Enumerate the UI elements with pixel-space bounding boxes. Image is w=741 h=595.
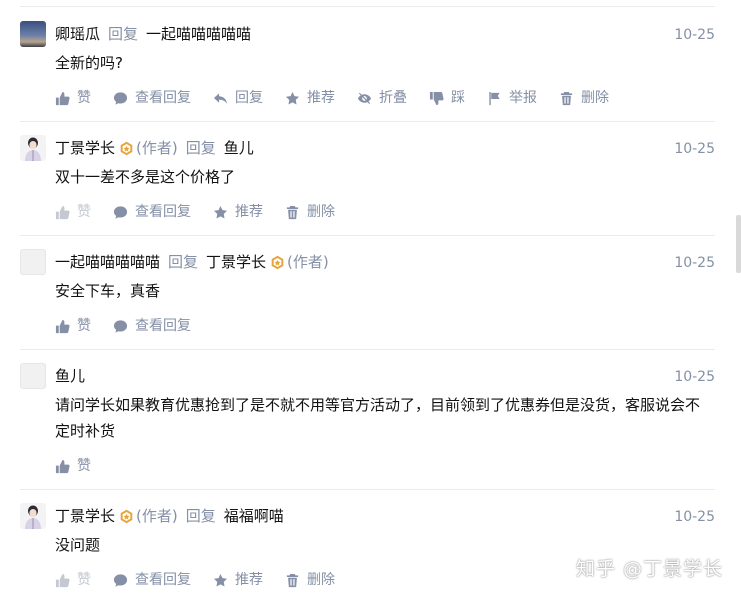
- author-name[interactable]: 丁景学长: [55, 505, 115, 527]
- author-name[interactable]: 鱼儿: [55, 365, 85, 387]
- thumbs-up-icon: [55, 91, 70, 106]
- comment-actions: 赞 查看回复 回复 推荐 折叠 踩 举报 删除: [55, 88, 631, 108]
- comment-item: 一起喵喵喵喵喵 回复 丁景学长 (作者) 10-25 安全下车，真香 赞 查看回…: [20, 249, 715, 349]
- avatar[interactable]: [20, 21, 46, 47]
- person-avatar-image: [25, 505, 41, 529]
- avatar[interactable]: [20, 503, 46, 529]
- chat-bubble-icon: [113, 319, 128, 334]
- reply-to-name[interactable]: 鱼儿: [224, 137, 254, 159]
- reply-label: 回复: [185, 139, 216, 157]
- comment-divider: [20, 489, 715, 490]
- author-tag: (作者): [136, 139, 178, 157]
- recommend-button[interactable]: 推荐: [285, 88, 335, 108]
- like-button[interactable]: 赞: [55, 88, 91, 108]
- view-replies-button[interactable]: 查看回复: [113, 570, 191, 590]
- delete-button[interactable]: 删除: [559, 88, 609, 108]
- avatar[interactable]: [20, 135, 46, 161]
- comment-date: 10-25: [674, 27, 715, 43]
- comment-item: 丁景学长 (作者) 回复 福福啊喵 10-25 没问题 赞 查看回复 推荐 删除: [20, 503, 715, 595]
- author-badge-icon: [119, 141, 134, 156]
- collapse-button[interactable]: 折叠: [357, 88, 407, 108]
- author-name[interactable]: 丁景学长: [55, 137, 115, 159]
- comment-text: 安全下车，真香: [55, 282, 161, 300]
- author-badge-icon: [119, 509, 134, 524]
- comment-divider: [20, 349, 715, 350]
- watermark: 知乎 @丁景学长: [575, 558, 723, 580]
- comment-date: 10-25: [674, 369, 715, 385]
- comment-header: 丁景学长 (作者) 回复 福福啊喵: [55, 505, 284, 527]
- chat-bubble-icon: [113, 205, 128, 220]
- like-button[interactable]: 赞: [55, 570, 91, 590]
- comment-date: 10-25: [674, 509, 715, 525]
- reply-label: 回复: [168, 253, 199, 271]
- reply-to-name[interactable]: 丁景学长: [206, 251, 266, 273]
- report-button[interactable]: 举报: [487, 88, 537, 108]
- comment-divider: [20, 121, 715, 122]
- thumbs-up-icon: [55, 459, 70, 474]
- author-badge-icon: [270, 255, 285, 270]
- chat-bubble-icon: [113, 91, 128, 106]
- view-replies-button[interactable]: 查看回复: [113, 316, 191, 336]
- top-divider: [20, 6, 715, 7]
- comment-header: 鱼儿: [55, 365, 85, 387]
- author-tag: (作者): [287, 253, 329, 271]
- eye-slash-icon: [357, 91, 372, 106]
- comment-actions: 赞 查看回复 推荐 删除: [55, 202, 357, 222]
- comment-date: 10-25: [674, 141, 715, 157]
- recommend-button[interactable]: 推荐: [213, 202, 263, 222]
- person-avatar-image: [25, 137, 41, 161]
- comment-divider: [20, 235, 715, 236]
- trash-icon: [285, 573, 300, 588]
- delete-button[interactable]: 删除: [285, 202, 335, 222]
- comment-item: 卿瑶瓜 回复 一起喵喵喵喵喵 10-25 全新的吗? 赞 查看回复 回复 推荐 …: [20, 21, 715, 121]
- comment-item: 鱼儿 10-25 请问学长如果教育优惠抢到了是不就不用等官方活动了，目前领到了优…: [20, 363, 715, 489]
- delete-button[interactable]: 删除: [285, 570, 335, 590]
- comment-text: 双十一差不多是这个价格了: [55, 168, 236, 186]
- flag-icon: [487, 91, 502, 106]
- comment-item: 丁景学长 (作者) 回复 鱼儿 10-25 双十一差不多是这个价格了 赞 查看回…: [20, 135, 715, 235]
- reply-label: 回复: [108, 25, 139, 43]
- star-icon: [213, 205, 228, 220]
- comment-actions: 赞: [55, 456, 113, 476]
- like-button[interactable]: 赞: [55, 456, 91, 476]
- like-button[interactable]: 赞: [55, 316, 91, 336]
- view-replies-button[interactable]: 查看回复: [113, 202, 191, 222]
- recommend-button[interactable]: 推荐: [213, 570, 263, 590]
- thumbs-up-icon: [55, 205, 70, 220]
- comment-actions: 赞 查看回复: [55, 316, 213, 336]
- thumbs-up-icon: [55, 319, 70, 334]
- reply-to-name[interactable]: 福福啊喵: [224, 505, 284, 527]
- thumbs-up-icon: [55, 573, 70, 588]
- chat-bubble-icon: [113, 573, 128, 588]
- trash-icon: [285, 205, 300, 220]
- reply-arrow-icon: [213, 91, 228, 106]
- comment-actions: 赞 查看回复 推荐 删除: [55, 570, 357, 590]
- thumbs-down-icon: [429, 91, 444, 106]
- avatar[interactable]: [20, 363, 46, 389]
- star-icon: [285, 91, 300, 106]
- comment-header: 卿瑶瓜 回复 一起喵喵喵喵喵: [55, 23, 251, 45]
- view-replies-button[interactable]: 查看回复: [113, 88, 191, 108]
- reply-label: 回复: [185, 507, 216, 525]
- author-name[interactable]: 卿瑶瓜: [55, 23, 100, 45]
- comment-header: 一起喵喵喵喵喵 回复 丁景学长 (作者): [55, 251, 329, 273]
- comment-header: 丁景学长 (作者) 回复 鱼儿: [55, 137, 254, 159]
- avatar[interactable]: [20, 249, 46, 275]
- author-name[interactable]: 一起喵喵喵喵喵: [55, 251, 160, 273]
- comment-date: 10-25: [674, 255, 715, 271]
- trash-icon: [559, 91, 574, 106]
- reply-to-name[interactable]: 一起喵喵喵喵喵: [146, 23, 251, 45]
- comment-text: 全新的吗?: [55, 54, 123, 72]
- author-tag: (作者): [136, 507, 178, 525]
- reply-button[interactable]: 回复: [213, 88, 263, 108]
- star-icon: [213, 573, 228, 588]
- dislike-button[interactable]: 踩: [429, 88, 465, 108]
- scrollbar-thumb[interactable]: [736, 215, 741, 273]
- comment-text: 请问学长如果教育优惠抢到了是不就不用等官方活动了，目前领到了优惠券但是没货，客服…: [55, 396, 701, 440]
- like-button[interactable]: 赞: [55, 202, 91, 222]
